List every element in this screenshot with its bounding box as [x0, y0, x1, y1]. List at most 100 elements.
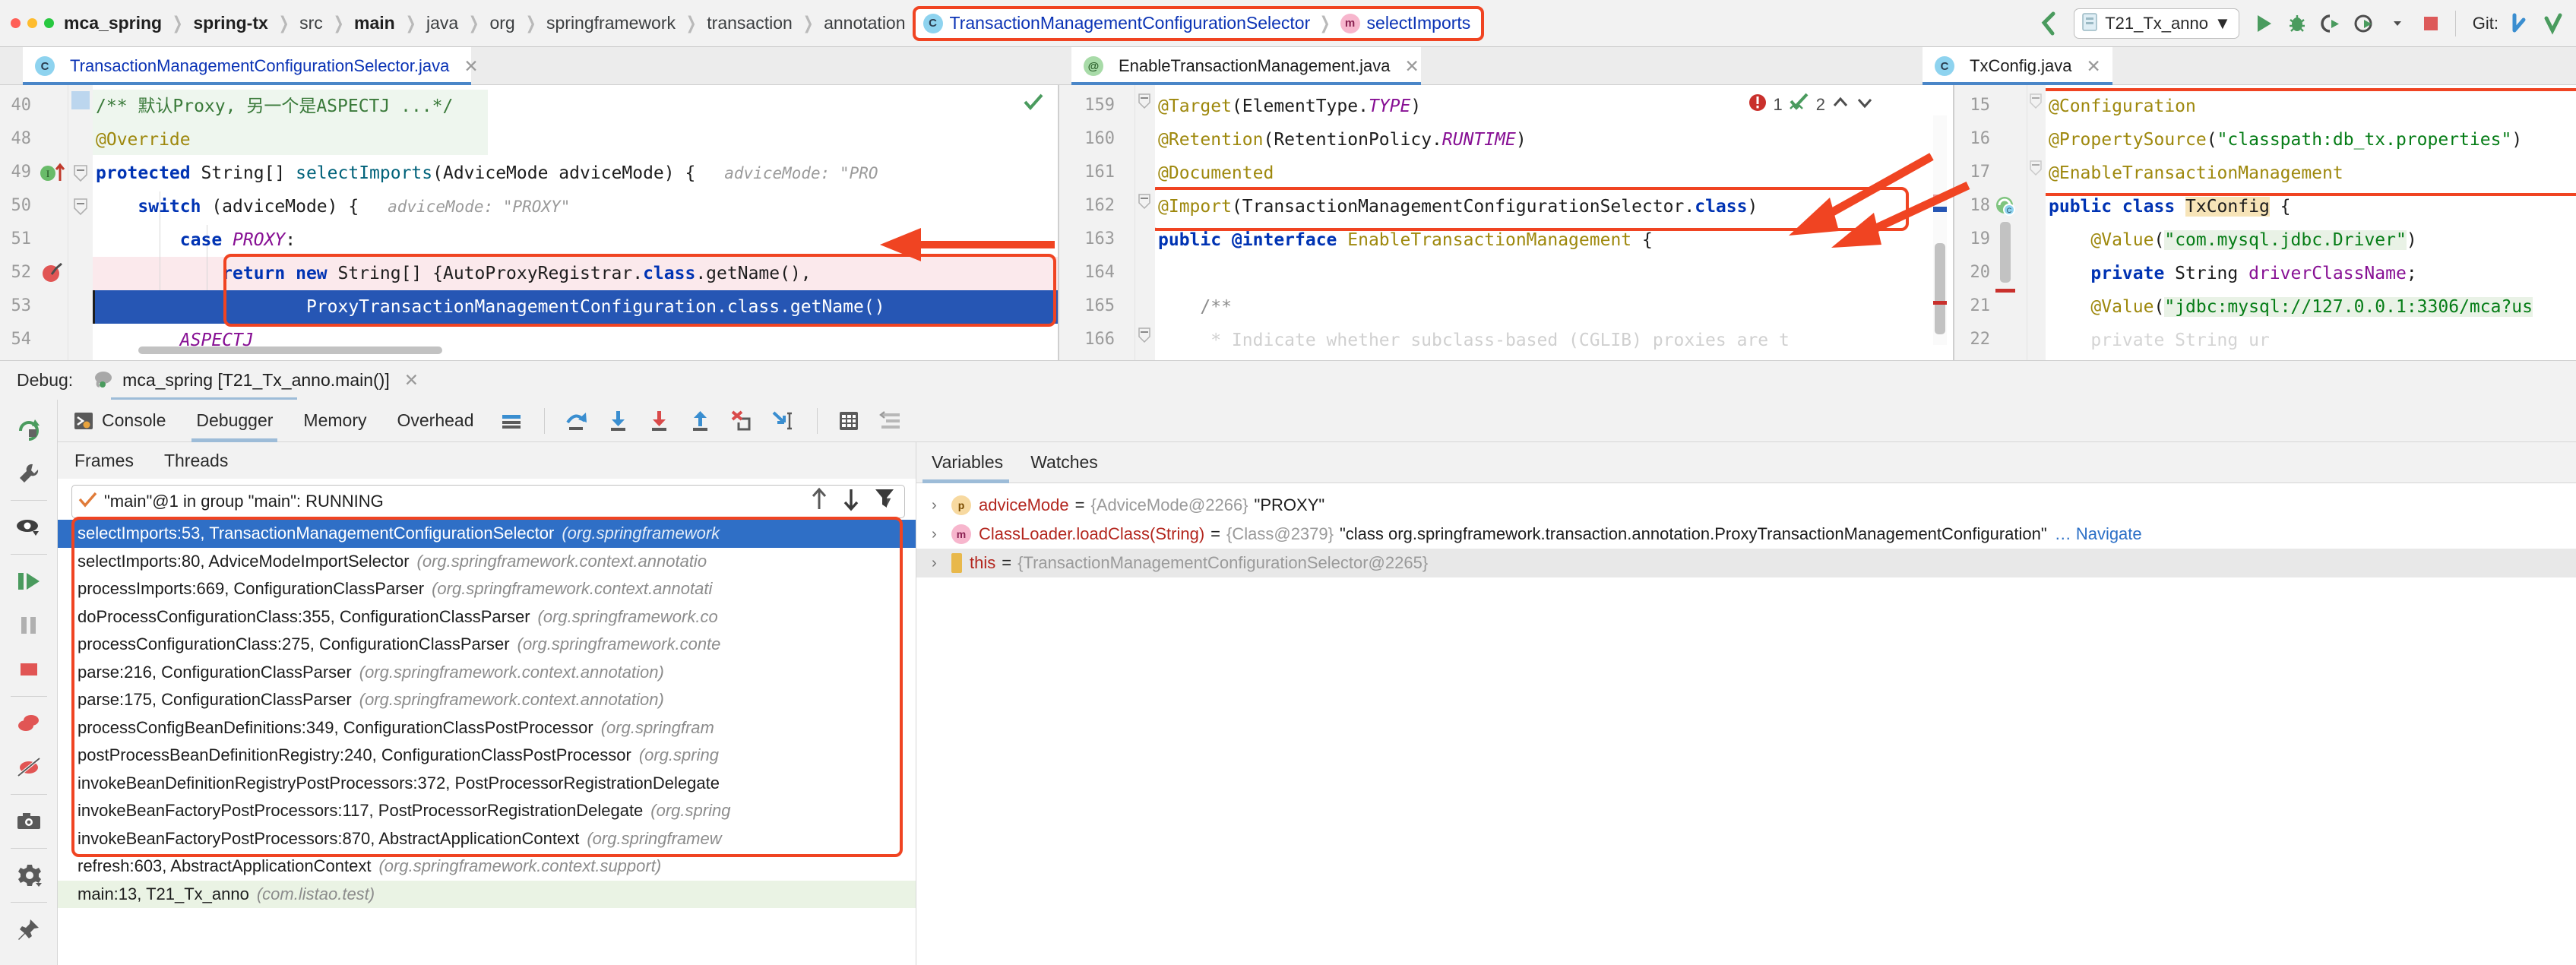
chevron-right-icon[interactable]: › — [932, 526, 951, 543]
inspection-widget[interactable]: 1 2 — [1748, 93, 1875, 116]
editor-pane-middle[interactable]: 159 160 161 162 163 164 165 166 @Target(… — [1059, 85, 1953, 360]
editor-marker-bar-middle[interactable] — [1933, 115, 1947, 345]
frame-row-12[interactable]: refresh:603, AbstractApplicationContext (… — [58, 853, 916, 881]
breadcrumb-item-7[interactable]: transaction — [706, 13, 793, 33]
tab-overhead[interactable]: Overhead — [381, 400, 489, 442]
frame-row-5[interactable]: parse:216, ConfigurationClassParser (org.… — [58, 659, 916, 687]
breadcrumb-item-1[interactable]: spring-tx — [192, 13, 268, 33]
tab-console[interactable]: Console — [58, 400, 181, 442]
back-arrow-icon[interactable] — [2033, 7, 2066, 40]
editor-code-middle[interactable]: @Target(ElementType.TYPE) @Retention(Ret… — [1155, 85, 1953, 360]
frames-list[interactable]: selectImports:53, TransactionManagementC… — [58, 520, 916, 965]
close-icon[interactable]: ✕ — [1405, 56, 1419, 77]
frame-row-0[interactable]: selectImports:53, TransactionManagementC… — [58, 520, 916, 548]
breadcrumb-item-3[interactable]: main — [353, 13, 396, 33]
frame-row-7[interactable]: processConfigBeanDefinitions:349, Config… — [58, 714, 916, 742]
tab-frames[interactable]: Frames — [58, 451, 147, 471]
stop-icon[interactable] — [2414, 7, 2448, 40]
editor-horizontal-scrollbar-left[interactable] — [138, 346, 442, 354]
pin-tab-icon[interactable] — [8, 910, 49, 948]
frame-row-10[interactable]: invokeBeanFactoryPostProcessors:117, Pos… — [58, 797, 916, 825]
editor-pane-left[interactable]: 40 48 49 50 51 52 53 54 I /** 默认Proxy, 另… — [0, 85, 1058, 360]
chevron-right-icon[interactable]: › — [932, 497, 951, 514]
editor-tab-transactionmanagementconfigurationselector[interactable]: C TransactionManagementConfigurationSele… — [23, 47, 479, 85]
editor-gutter-left[interactable]: 40 48 49 50 51 52 53 54 I — [0, 85, 68, 360]
fold-collapse-icon[interactable] — [1138, 327, 1151, 347]
step-into-icon[interactable] — [598, 400, 639, 442]
step-out-icon[interactable] — [680, 400, 721, 442]
variable-row-advicemode[interactable]: › p adviceMode = {AdviceMode@2266} "PROX… — [916, 491, 2576, 520]
git-update-icon[interactable] — [2503, 7, 2536, 40]
variable-row-this[interactable]: › this = {TransactionManagementConfigura… — [916, 549, 2576, 577]
arrow-down-icon[interactable] — [840, 486, 862, 516]
git-commit-icon[interactable] — [2536, 7, 2570, 40]
frame-row-11[interactable]: invokeBeanFactoryPostProcessors:870, Abs… — [58, 825, 916, 853]
pause-program-icon[interactable] — [8, 606, 49, 644]
breakpoint-icon[interactable] — [41, 261, 65, 288]
spring-bean-icon[interactable]: C — [1994, 195, 2018, 223]
inspection-check-icon[interactable] — [1789, 93, 1810, 116]
editor-tab-txconfig[interactable]: C TxConfig.java ✕ — [1923, 47, 2112, 85]
window-controls[interactable] — [0, 18, 62, 28]
stop-program-icon[interactable] — [8, 650, 49, 688]
fold-collapse-icon[interactable] — [1138, 193, 1151, 214]
fold-collapse-icon[interactable] — [2029, 160, 2043, 180]
frame-row-6[interactable]: parse:175, ConfigurationClassParser (org.… — [58, 686, 916, 714]
editor-code-right[interactable]: @Configuration @PropertySource("classpat… — [2046, 85, 2576, 360]
breadcrumb-item-0[interactable]: mca_spring — [63, 13, 163, 33]
chevron-up-icon[interactable] — [1831, 94, 1850, 115]
frame-row-1[interactable]: selectImports:80, AdviceModeImportSelect… — [58, 548, 916, 576]
fold-collapse-icon[interactable] — [73, 164, 88, 186]
run-configuration-selector[interactable]: T21_Tx_anno ▼ — [2074, 8, 2239, 39]
editor-fold-gutter-left[interactable] — [68, 85, 93, 360]
editor-code-left[interactable]: /** 默认Proxy, 另一个是ASPECTJ ...*/ @Override… — [93, 85, 1058, 360]
run-with-coverage-icon[interactable] — [2314, 7, 2347, 40]
editor-marker-bar-right[interactable] — [1995, 222, 2015, 343]
chevron-down-icon[interactable] — [1856, 94, 1874, 115]
frame-row-2[interactable]: processImports:669, ConfigurationClassPa… — [58, 575, 916, 603]
breadcrumb-item-5[interactable]: org — [489, 13, 515, 33]
step-over-icon[interactable] — [555, 400, 598, 442]
chevron-down-icon[interactable]: ▼ — [2214, 14, 2231, 33]
mute-breakpoints-icon[interactable] — [8, 748, 49, 786]
fold-expand-icon[interactable] — [71, 91, 90, 109]
breadcrumb-item-2[interactable]: src — [299, 13, 324, 33]
force-step-into-icon[interactable] — [639, 400, 680, 442]
tab-memory[interactable]: Memory — [288, 400, 381, 442]
debug-icon[interactable] — [2280, 7, 2314, 40]
resume-program-icon[interactable] — [8, 562, 49, 600]
variable-row-classloader-loadclass[interactable]: › m ClassLoader.loadClass(String) = {Cla… — [916, 520, 2576, 549]
run-icon[interactable] — [2247, 7, 2280, 40]
get-thread-dump-icon[interactable] — [8, 802, 49, 840]
evaluate-expression-icon[interactable] — [828, 400, 869, 442]
drop-frame-icon[interactable] — [721, 400, 762, 442]
thread-selector[interactable]: "main"@1 in group "main": RUNNING ▼ — [71, 485, 905, 518]
tab-threads[interactable]: Threads — [147, 451, 242, 471]
navigate-link[interactable]: … Navigate — [2055, 524, 2142, 544]
close-icon[interactable]: ✕ — [464, 56, 478, 77]
run-to-cursor-icon[interactable] — [762, 400, 806, 442]
edit-configuration-icon[interactable] — [8, 454, 49, 492]
settings-gear-icon[interactable] — [8, 856, 49, 894]
filter-icon[interactable] — [874, 486, 895, 516]
implements-override-icon[interactable]: I — [40, 161, 67, 188]
show-execution-eye-icon[interactable] — [8, 508, 49, 546]
chevron-down-icon[interactable] — [2381, 7, 2414, 40]
editor-fold-gutter-middle[interactable] — [1135, 85, 1155, 360]
editor-gutter-middle[interactable]: 159 160 161 162 163 164 165 166 — [1059, 85, 1135, 360]
frame-row-3[interactable]: doProcessConfigurationClass:355, Configu… — [58, 603, 916, 631]
editor-pane-right[interactable]: 15 16 17 18 19 20 21 22 C @Configuration… — [1954, 85, 2576, 360]
rerun-icon[interactable] — [8, 410, 49, 448]
tab-variables[interactable]: Variables — [916, 442, 1015, 483]
view-breakpoints-icon[interactable] — [8, 704, 49, 742]
error-badge-icon[interactable] — [1748, 93, 1767, 116]
close-icon[interactable]: ✕ — [2087, 56, 2101, 77]
profiler-icon[interactable] — [2347, 7, 2381, 40]
debug-session-tab[interactable]: mca_spring [T21_Tx_anno.main()] ✕ — [93, 369, 419, 401]
maximize-window-icon[interactable] — [44, 18, 54, 28]
fold-collapse-icon[interactable] — [2029, 93, 2043, 113]
editor-tab-enabletransactionmanagement[interactable]: @ EnableTransactionManagement.java ✕ — [1071, 47, 1421, 85]
tab-debugger[interactable]: Debugger — [181, 400, 288, 442]
breadcrumb-item-6[interactable]: springframework — [546, 13, 676, 33]
fold-collapse-icon[interactable] — [73, 198, 88, 220]
